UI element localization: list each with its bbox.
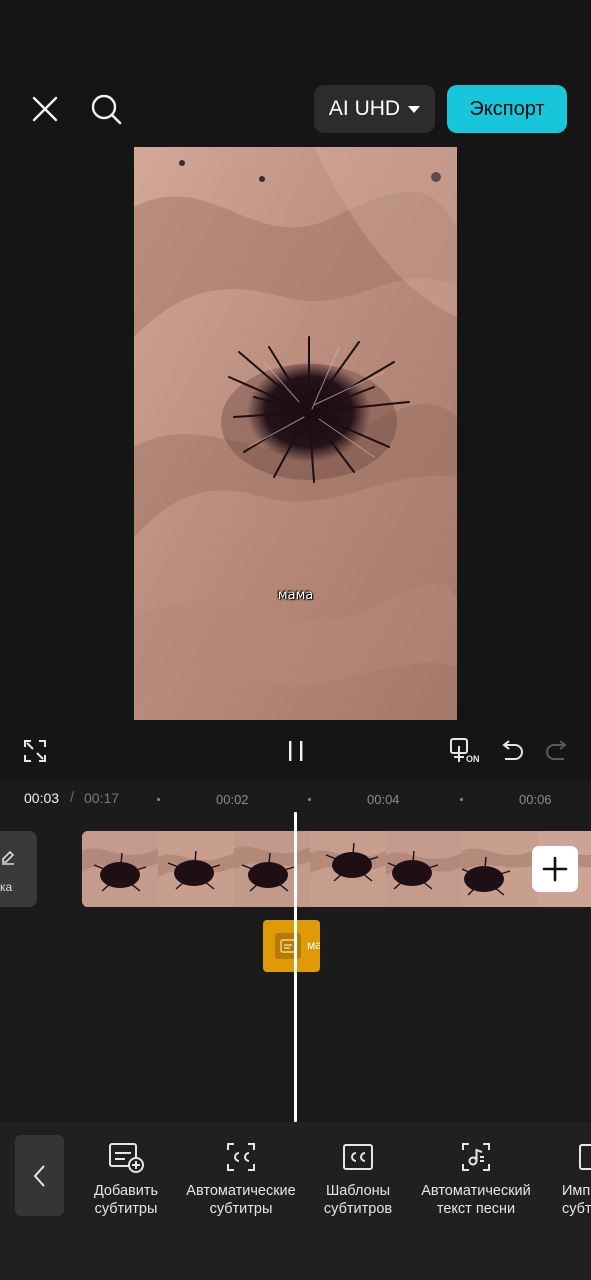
time-separator: / xyxy=(70,789,75,806)
clip-thumbnail xyxy=(462,831,538,907)
tick-label: 00:02 xyxy=(216,792,249,807)
clip-thumbnail xyxy=(310,831,386,907)
fullscreen-button[interactable] xyxy=(22,738,48,764)
tool-label-line: Добавить субтитры xyxy=(93,1183,159,1217)
close-icon xyxy=(32,96,58,122)
subtitle-clip[interactable]: ма xyxy=(263,920,320,972)
tick-label: 00:06 xyxy=(519,792,552,807)
cover-label: жка xyxy=(0,880,13,894)
video-frame xyxy=(134,147,457,720)
video-preview[interactable]: мама xyxy=(134,147,457,720)
tick-label: 00:04 xyxy=(367,792,400,807)
pause-button[interactable] xyxy=(283,738,309,764)
tool-caption-templates[interactable]: Шаблоны субтитров xyxy=(313,1140,403,1218)
current-time: 00:03 xyxy=(24,790,60,806)
redo-button[interactable] xyxy=(543,738,571,764)
edit-pencil-icon xyxy=(2,850,15,865)
total-time: 00:17 xyxy=(84,790,120,806)
fullscreen-icon xyxy=(24,740,46,762)
tool-label-line: Шаблоны субтитров xyxy=(323,1183,393,1217)
plus-icon xyxy=(542,856,568,882)
playhead[interactable] xyxy=(294,812,297,1122)
redo-icon xyxy=(546,740,567,760)
clip-thumbnail xyxy=(82,831,158,907)
tick-dot xyxy=(460,798,463,801)
search-icon xyxy=(91,94,122,125)
tick-dot xyxy=(157,798,160,801)
clip-thumbnail xyxy=(386,831,462,907)
chevron-left-icon xyxy=(33,1164,45,1187)
tool-import-subtitles[interactable]: Имп субти xyxy=(552,1140,591,1218)
add-clip-button[interactable] xyxy=(532,846,578,892)
clip-thumbnail xyxy=(158,831,234,907)
tool-label: Добавить субтитры xyxy=(94,1182,158,1218)
undo-button[interactable] xyxy=(498,738,526,764)
clip-thumbnail xyxy=(234,831,310,907)
caption-templates-icon xyxy=(343,1144,373,1170)
subtitle-clip-badge xyxy=(275,933,301,959)
auto-captions-icon xyxy=(227,1143,255,1171)
tick-dot xyxy=(308,798,311,801)
keyframe-toggle-badge: ON xyxy=(466,754,480,764)
pause-icon xyxy=(289,741,303,761)
tool-label-line: Автоматический текст песни xyxy=(421,1183,531,1217)
tool-auto-lyrics[interactable]: Автоматический текст песни xyxy=(409,1140,543,1218)
export-button[interactable]: Экспорт xyxy=(447,85,567,133)
tool-label: Автоматический текст песни xyxy=(421,1182,530,1218)
tool-label-line: Имп субти xyxy=(562,1183,591,1217)
auto-lyrics-icon xyxy=(462,1143,490,1171)
import-subtitles-icon xyxy=(579,1144,591,1170)
subtitle-clip-text: ма xyxy=(307,938,320,952)
tool-label-line: Автоматические субтитры xyxy=(186,1183,296,1217)
undo-icon xyxy=(502,740,523,760)
cover-tile[interactable]: жка xyxy=(0,831,37,907)
keyframe-toggle[interactable]: ON xyxy=(448,736,484,768)
add-subtitles-icon xyxy=(109,1143,144,1173)
tool-label: Шаблоны субтитров xyxy=(324,1182,392,1218)
back-button[interactable] xyxy=(15,1135,64,1216)
caret-down-icon xyxy=(408,105,421,113)
quality-label: AI UHD xyxy=(328,97,401,120)
caption-overlay[interactable]: мама xyxy=(134,588,457,603)
video-clip-track[interactable] xyxy=(82,831,591,907)
tool-auto-captions[interactable]: Автоматические субтитры xyxy=(175,1140,307,1218)
tool-label: Автоматические субтитры xyxy=(186,1182,295,1218)
search-button[interactable] xyxy=(86,89,126,129)
quality-selector[interactable]: AI UHD xyxy=(314,85,435,133)
close-button[interactable] xyxy=(26,90,64,128)
tool-label: Имп субти xyxy=(552,1182,591,1218)
tool-add-subtitles[interactable]: Добавить субтитры xyxy=(84,1140,168,1218)
